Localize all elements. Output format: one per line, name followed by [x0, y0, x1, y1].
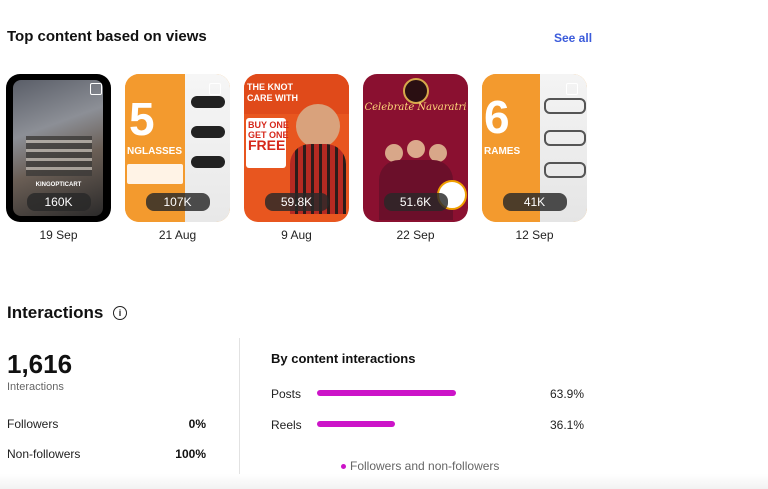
- interactions-title: Interactions: [7, 303, 104, 322]
- thumbnail-caption: Celebrate Navaratri: [364, 102, 467, 113]
- by-content-title: By content interactions: [271, 351, 416, 366]
- content-thumbnail[interactable]: 6 RAMES 41K: [482, 74, 587, 222]
- post-type-icon: [566, 83, 578, 95]
- reels-bar: [317, 421, 395, 427]
- interactions-total: 1,616: [7, 349, 73, 379]
- posts-label: Posts: [271, 387, 302, 401]
- legend-dot: [341, 464, 346, 470]
- content-thumbnail[interactable]: Celebrate Navaratri 51.6K: [363, 74, 468, 222]
- section-divider: [239, 338, 240, 489]
- view-count: 59.8K: [264, 193, 329, 211]
- see-all-link[interactable]: See all: [554, 31, 592, 45]
- chart-legend: Followers and non-followers: [341, 459, 499, 473]
- view-count: 160K: [26, 193, 91, 211]
- info-icon[interactable]: i: [113, 306, 127, 320]
- content-thumbnail[interactable]: 5 NGLASSES 107K: [125, 74, 230, 222]
- non-followers-label: Non-followers: [7, 447, 81, 461]
- reels-percent: 36.1%: [549, 418, 584, 432]
- bottom-edge: [0, 474, 768, 489]
- non-followers-value: 100%: [175, 447, 206, 461]
- content-thumbnail[interactable]: KINGOPTICART 160K: [6, 74, 111, 222]
- top-content-title: Top content based on views: [7, 28, 207, 45]
- posts-bar: [317, 390, 456, 396]
- content-date: 22 Sep: [396, 228, 435, 242]
- legend-label: Followers and non-followers: [350, 459, 500, 473]
- content-date: 9 Aug: [281, 228, 312, 242]
- view-count: 107K: [145, 193, 210, 211]
- content-thumbnail[interactable]: THE KNOT CARE WITH BUY ONE GET ONE FREE 59.…: [244, 74, 349, 222]
- posts-percent: 63.9%: [549, 387, 584, 401]
- post-type-icon: [90, 83, 102, 95]
- content-date: 12 Sep: [515, 228, 554, 242]
- post-type-icon: [209, 83, 221, 95]
- content-date: 19 Sep: [39, 228, 78, 242]
- followers-value: 0%: [188, 417, 206, 431]
- reels-label: Reels: [271, 418, 302, 432]
- interactions-total-label: Interactions: [7, 381, 64, 393]
- view-count: 51.6K: [383, 193, 448, 211]
- followers-label: Followers: [7, 417, 59, 431]
- content-date: 21 Aug: [158, 228, 197, 242]
- view-count: 41K: [502, 193, 567, 211]
- thumbnail-caption: KINGOPTICART: [35, 182, 82, 188]
